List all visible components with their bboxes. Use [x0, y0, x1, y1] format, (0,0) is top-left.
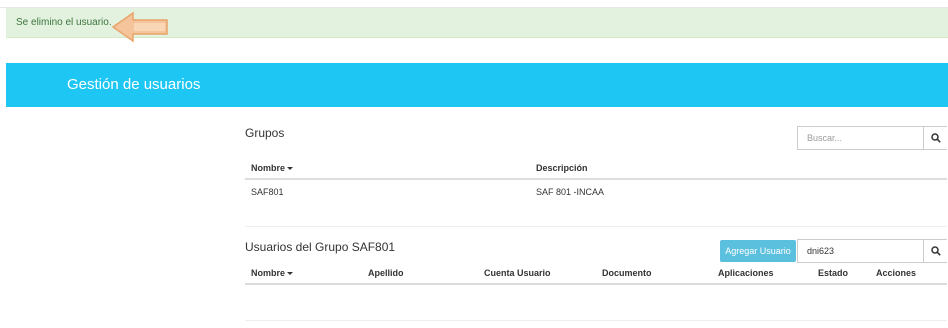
users-header-documento: Documento	[602, 268, 652, 278]
users-search-input[interactable]	[798, 240, 923, 262]
page-title: Gestión de usuarios	[67, 76, 201, 93]
users-header-nombre[interactable]: Nombre	[251, 268, 294, 278]
page-header-banner: Gestión de usuarios	[6, 63, 948, 107]
success-alert: Se elimino el usuario.	[6, 8, 948, 43]
groups-search	[797, 126, 947, 150]
users-search	[797, 239, 947, 263]
alert-message: Se elimino el usuario.	[16, 17, 112, 28]
users-title: Usuarios del Grupo SAF801	[245, 240, 396, 254]
users-header-acciones: Acciones	[876, 268, 917, 278]
groups-header-descripcion: Descripción	[536, 163, 588, 173]
caret-down-icon	[287, 272, 294, 276]
add-user-button[interactable]: Agregar Usuario	[720, 240, 796, 262]
groups-search-input[interactable]	[798, 127, 923, 149]
caret-down-icon	[287, 167, 294, 171]
group-description-cell: SAF 801 -INCAA	[536, 187, 605, 197]
users-header-divider	[245, 283, 947, 285]
groups-header-divider	[245, 178, 947, 180]
users-header-cuenta-usuario: Cuenta Usuario	[484, 268, 551, 278]
users-header-aplicaciones: Aplicaciones	[718, 268, 774, 278]
top-border	[0, 0, 948, 8]
search-icon	[931, 133, 941, 143]
groups-search-button[interactable]	[923, 127, 947, 149]
groups-header-nombre[interactable]: Nombre	[251, 163, 294, 173]
users-table-bottom-divider	[245, 320, 947, 321]
search-icon	[931, 246, 941, 256]
users-search-button[interactable]	[923, 240, 947, 262]
left-arrow-icon	[111, 11, 168, 43]
users-header-apellido: Apellido	[368, 268, 404, 278]
section-divider	[245, 226, 947, 227]
group-name-cell: SAF801	[251, 187, 284, 197]
groups-title: Grupos	[245, 126, 285, 140]
users-header-estado: Estado	[818, 268, 849, 278]
